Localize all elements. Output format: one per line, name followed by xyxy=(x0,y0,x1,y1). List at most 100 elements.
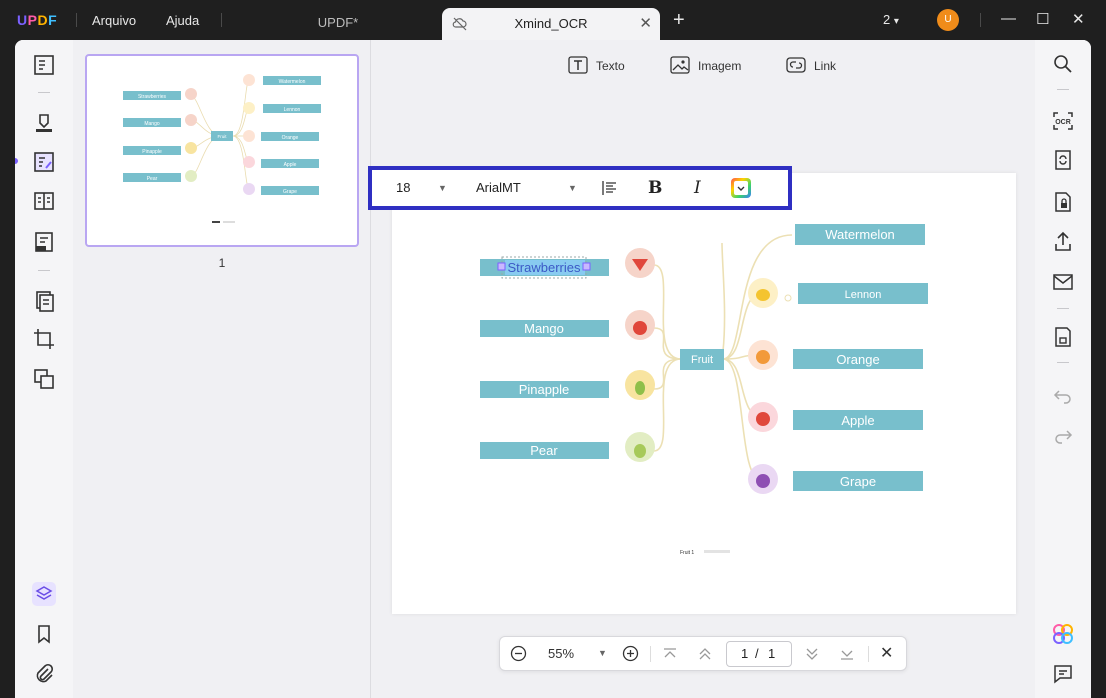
text-icon xyxy=(568,56,588,77)
svg-text:Apple: Apple xyxy=(284,162,297,168)
add-tab-icon[interactable]: + xyxy=(673,9,685,32)
zoom-level[interactable]: 55% xyxy=(548,637,574,670)
layers-icon[interactable] xyxy=(32,582,56,606)
left-nodes: Strawberries Mango Pinapple Pear xyxy=(480,257,609,459)
image-icon xyxy=(670,56,690,77)
protect-icon[interactable] xyxy=(1051,190,1075,214)
page-thumbnail[interactable]: Strawberries Mango Pinapple Pear Fruit W… xyxy=(85,54,359,247)
zoom-bar: 55% ▼ 1 / 1 ✕ xyxy=(499,636,907,671)
divider xyxy=(38,270,50,271)
tools-icon[interactable] xyxy=(32,367,56,391)
form-icon[interactable] xyxy=(32,230,56,254)
next-page-icon[interactable] xyxy=(804,646,820,662)
font-family-select[interactable]: ArialMT xyxy=(476,170,521,206)
node-label: Strawberries xyxy=(508,260,581,275)
divider xyxy=(1057,89,1069,90)
document-area: Texto Imagem Link xyxy=(372,40,1034,698)
node-label: Lennon xyxy=(845,289,882,301)
current-page: 1 xyxy=(741,646,748,661)
tab-updf[interactable]: UPDF* xyxy=(238,8,438,40)
menu-help[interactable]: Ajuda xyxy=(166,13,199,28)
chevron-down-icon[interactable]: ▼ xyxy=(598,637,607,670)
connector-dot xyxy=(785,295,791,301)
resize-handle-right[interactable] xyxy=(583,263,590,270)
node-label: Pinapple xyxy=(519,382,570,397)
divider xyxy=(1057,308,1069,309)
save-icon[interactable] xyxy=(1051,325,1075,349)
node-label: Mango xyxy=(524,321,564,336)
window-count[interactable]: 2 ▾ xyxy=(883,12,899,27)
convert-icon[interactable] xyxy=(1051,148,1075,172)
divider xyxy=(76,13,77,27)
mode-link[interactable]: Link xyxy=(786,54,836,78)
mode-image[interactable]: Imagem xyxy=(670,54,741,78)
mode-text[interactable]: Texto xyxy=(568,54,625,78)
right-fruit-icons xyxy=(748,278,791,494)
node-label: Orange xyxy=(836,352,879,367)
divider xyxy=(868,646,869,662)
pages-icon[interactable] xyxy=(32,289,56,313)
chevron-down-icon: ▾ xyxy=(894,16,899,27)
highlighter-icon[interactable] xyxy=(32,111,56,135)
crop-icon[interactable] xyxy=(32,327,56,351)
chevron-down-icon[interactable]: ▼ xyxy=(568,170,577,206)
close-icon[interactable]: ✕ xyxy=(880,637,893,670)
tab-label: Xmind_OCR xyxy=(442,16,660,31)
reader-icon[interactable] xyxy=(32,53,56,77)
divider xyxy=(980,13,981,27)
right-nodes: Watermelon Lennon Orange Apple Grape xyxy=(793,224,928,491)
chevron-down-icon[interactable]: ▼ xyxy=(438,170,447,206)
close-icon[interactable]: ✕ xyxy=(639,14,652,32)
thumbnail-panel: Strawberries Mango Pinapple Pear Fruit W… xyxy=(73,40,371,698)
tab-xmind-ocr[interactable]: Xmind_OCR ✕ xyxy=(442,8,660,40)
zoom-in-icon[interactable] xyxy=(622,645,639,663)
share-icon[interactable] xyxy=(1051,230,1075,254)
email-icon[interactable] xyxy=(1051,270,1075,294)
comment-icon[interactable] xyxy=(1051,662,1075,686)
updf-logo: UPDF xyxy=(17,12,57,28)
link-icon xyxy=(786,56,806,77)
bookmark-icon[interactable] xyxy=(32,622,56,646)
menu-file[interactable]: Arquivo xyxy=(92,13,136,28)
ai-assistant-icon[interactable] xyxy=(1051,622,1075,646)
redo-icon[interactable] xyxy=(1051,423,1075,447)
last-page-icon[interactable] xyxy=(839,646,855,662)
edit-pdf-icon[interactable] xyxy=(32,150,56,174)
divider xyxy=(221,13,222,27)
footer-watermark xyxy=(704,550,730,553)
svg-text:Strawberries: Strawberries xyxy=(138,94,167,100)
bold-button[interactable]: B xyxy=(648,170,662,206)
svg-text:Grape: Grape xyxy=(283,189,297,195)
node-label: Watermelon xyxy=(825,227,895,242)
zoom-out-icon[interactable] xyxy=(510,645,527,663)
italic-button[interactable]: I xyxy=(694,170,701,206)
right-toolbar: OCR xyxy=(1035,40,1091,698)
ocr-icon[interactable]: OCR xyxy=(1051,109,1075,133)
avatar[interactable]: U xyxy=(937,9,959,31)
left-toolbar xyxy=(15,40,73,698)
page-footer: Fruit 1 xyxy=(680,550,694,556)
font-size-select[interactable]: 18 xyxy=(396,170,410,206)
active-indicator xyxy=(15,158,18,164)
prev-page-icon[interactable] xyxy=(697,646,713,662)
center-label: Fruit xyxy=(691,354,713,366)
page-input[interactable]: 1 / 1 xyxy=(726,641,792,667)
attachment-icon[interactable] xyxy=(32,662,56,686)
undo-icon[interactable] xyxy=(1051,383,1075,407)
align-left-icon[interactable] xyxy=(602,180,618,196)
svg-text:Pear: Pear xyxy=(147,176,158,182)
svg-text:Watermelon: Watermelon xyxy=(279,79,306,85)
title-bar: UPDF Arquivo Ajuda UPDF* Xmind_OCR ✕ + 2… xyxy=(0,0,1106,40)
color-picker-icon[interactable] xyxy=(730,177,752,199)
text-format-toolbar: 18 ▼ ArialMT ▼ B I xyxy=(368,166,792,210)
minimize-icon[interactable]: — xyxy=(1001,10,1016,27)
first-page-icon[interactable] xyxy=(662,646,678,662)
close-icon[interactable]: ✕ xyxy=(1072,10,1085,28)
search-icon[interactable] xyxy=(1051,52,1075,76)
pdf-page: Strawberries Mango Pinapple Pear xyxy=(392,173,1016,614)
node-label: Pear xyxy=(530,443,558,458)
svg-text:Pinapple: Pinapple xyxy=(142,149,162,155)
resize-handle-left[interactable] xyxy=(498,263,505,270)
organize-icon[interactable] xyxy=(32,189,56,213)
maximize-icon[interactable]: ☐ xyxy=(1036,10,1049,28)
